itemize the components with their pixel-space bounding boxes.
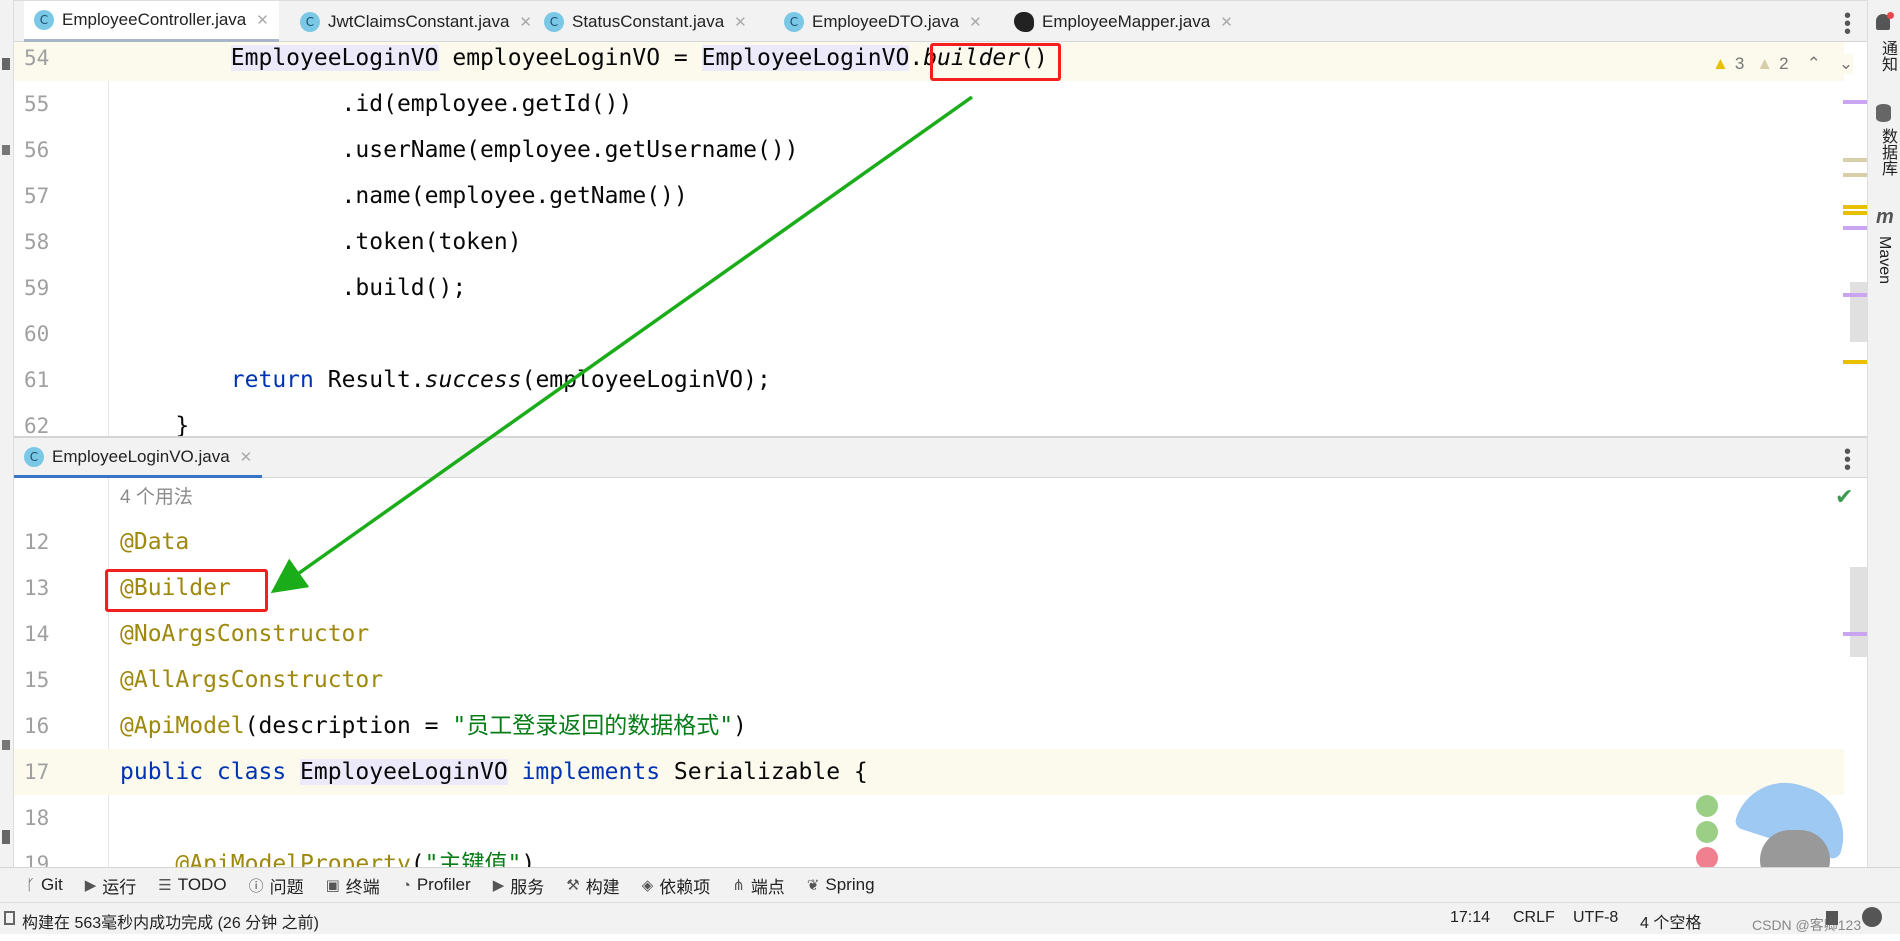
dependencies-icon: ◈ [641,877,654,894]
line-separator[interactable]: CRLF [1513,909,1555,927]
spring-leaf-icon: ❦ [806,877,820,894]
tool-spring-leaf[interactable]: ❦ Spring [807,875,875,895]
tool-label: 终端 [345,877,380,897]
arrow-annotation [270,95,974,594]
todo-icon: ☰ [158,877,172,894]
tool-build-hammer[interactable]: ⚒ 构建 [566,873,619,898]
tool-git-branch[interactable]: ᚴ Git [26,875,63,895]
arrow-line [270,95,974,594]
endpoints-icon: ⋔ [732,877,745,894]
tool-label: 运行 [102,877,137,897]
run-icon: ▶ [84,877,97,894]
mascot-button-c[interactable] [1696,795,1718,817]
problems-icon: ⓘ [248,877,264,895]
file-encoding[interactable]: UTF-8 [1573,909,1618,927]
tool-label: Profiler [416,875,471,894]
build-hammer-icon: ⚒ [566,877,580,894]
status-bar: 构建在 563毫秒内成功完成 (26 分钟 之前) 17:14 CRLF UTF… [0,902,1900,934]
profiler-icon: ◔ [401,876,411,894]
watermark: CSDN @客卿123 [1752,917,1862,933]
tool-label: Git [41,875,63,894]
tool-todo[interactable]: ☰ TODO [158,875,226,895]
tool-label: 依赖项 [659,877,711,897]
tool-problems[interactable]: ⓘ 问题 [249,873,304,898]
tool-label: 端点 [750,877,785,897]
tool-window-bar: ᚴ Git ▶ 运行 ☰ TODO ⓘ 问题 ▣ 终端 ◔ Profiler ▶ 服务 ⚒ 构建 ◈ 依赖项 ⋔ 端点… [0,867,1900,902]
tool-label: 服务 [510,877,545,897]
tool-label: 问题 [269,877,304,897]
terminal-icon: ▣ [325,877,340,894]
git-branch-icon: ᚴ [26,876,36,894]
caret-position[interactable]: 17:14 [1450,909,1490,927]
tool-run[interactable]: ▶ 运行 [85,873,137,898]
tool-endpoints[interactable]: ⋔ 端点 [732,873,785,898]
tool-profiler[interactable]: ◔ Profiler [402,875,471,895]
tool-label: 构建 [585,877,620,897]
indent-setting[interactable]: 4 个空格 [1640,909,1701,933]
tool-label: TODO [177,875,227,894]
status-message[interactable]: 构建在 563毫秒内成功完成 (26 分钟 之前) [22,909,319,933]
status-window-icon[interactable] [4,911,15,925]
tool-services[interactable]: ▶ 服务 [493,873,545,898]
mascot-button-o[interactable] [1696,821,1718,843]
mascot-button-shirt[interactable] [1696,847,1718,869]
services-icon: ▶ [492,877,505,894]
tool-dependencies[interactable]: ◈ 依赖项 [642,873,711,898]
help-icon[interactable] [1862,907,1882,927]
tool-label: Spring [825,875,875,894]
tool-terminal[interactable]: ▣ 终端 [326,873,380,898]
